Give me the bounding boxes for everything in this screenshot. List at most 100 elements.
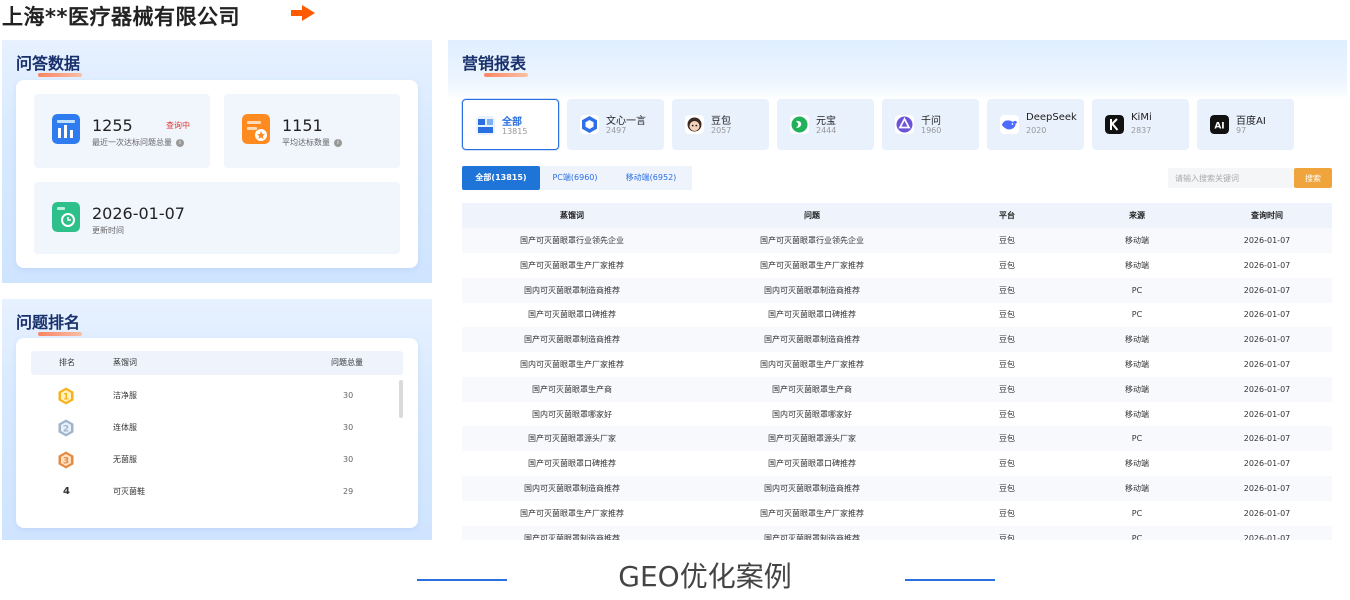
header-platform: 平台 bbox=[999, 211, 1015, 220]
star-doc-icon bbox=[242, 114, 270, 144]
header-total: 问题总量 bbox=[331, 358, 363, 367]
cell-source: 移动端 bbox=[1125, 459, 1149, 469]
cell-query-time: 2026-01-07 bbox=[1243, 533, 1291, 540]
footer-divider-left bbox=[417, 579, 507, 581]
platform-name: 豆包 bbox=[711, 116, 731, 127]
cell-source: 移动端 bbox=[1125, 409, 1149, 419]
cell-query-time: 2026-01-07 bbox=[1243, 236, 1291, 245]
cell-keyword: 国产可灭菌眼罩口碑推荐 bbox=[528, 459, 616, 469]
ranking-scrollbar[interactable] bbox=[399, 380, 403, 418]
cell-platform: 豆包 bbox=[999, 409, 1015, 419]
cell-keyword: 国内可灭菌眼罩哪家好 bbox=[532, 409, 612, 419]
cell-question: 国产可灭菌眼罩口碑推荐 bbox=[768, 310, 856, 320]
platform-filter-qianwen[interactable]: 千问 1960 bbox=[882, 99, 979, 150]
rank-total: 30 bbox=[343, 455, 354, 464]
table-row[interactable]: 国产可灭菌眼罩行业领先企业 国产可灭菌眼罩行业领先企业 豆包 移动端 2026-01-0… bbox=[462, 228, 1332, 253]
kimi-icon bbox=[1105, 115, 1124, 134]
platform-filter-kimi[interactable]: KiMi 2837 bbox=[1092, 99, 1189, 150]
table-row[interactable]: 国产可灭菌眼罩生产商 国产可灭菌眼罩生产商 豆包 移动端 2026-01-07 bbox=[462, 376, 1332, 402]
footer-divider-right bbox=[905, 579, 995, 581]
table-row[interactable]: 国产可灭菌眼罩口碑推荐 国产可灭菌眼罩口碑推荐 豆包 移动端 2026-01-07 bbox=[462, 451, 1332, 476]
cell-source: PC bbox=[1131, 285, 1143, 295]
table-row[interactable]: 国产可灭菌眼罩源头厂家 国产可灭菌眼罩源头厂家 豆包 PC 2026-01-07 bbox=[462, 426, 1332, 452]
cell-query-time: 2026-01-07 bbox=[1243, 360, 1291, 369]
platform-count: 13815 bbox=[502, 127, 528, 136]
cell-query-time: 2026-01-07 bbox=[1243, 384, 1291, 394]
tab-all[interactable]: 全部(13815) bbox=[462, 166, 540, 190]
table-row[interactable]: 国内可灭菌眼罩制造商推荐 国内可灭菌眼罩制造商推荐 豆包 移动端 2026-01-07 bbox=[462, 476, 1332, 501]
stat-label: 平均达标数量 i bbox=[282, 137, 342, 148]
platform-filter-deepseek[interactable]: DeepSeek 2020 bbox=[987, 99, 1084, 150]
table-row[interactable]: 国产可灭菌眼罩生产厂家推荐 国产可灭菌眼罩生产厂家推荐 豆包 PC 2026-01-07 bbox=[462, 501, 1332, 526]
baidu-ai-icon: AI bbox=[1210, 115, 1229, 134]
cell-keyword: 国产可灭菌眼罩生产商 bbox=[532, 384, 612, 394]
table-row[interactable]: 国内可灭菌眼罩生产厂家推荐 国内可灭菌眼罩生产厂家推荐 豆包 移动端 2026-01-0… bbox=[462, 352, 1332, 377]
search-button[interactable]: 搜索 bbox=[1294, 168, 1332, 188]
platform-count: 1960 bbox=[921, 126, 942, 135]
cell-keyword: 国内可灭菌眼罩制造商推荐 bbox=[524, 285, 620, 295]
platform-filter-wenxin[interactable]: 文心一言 2497 bbox=[567, 99, 664, 150]
tab-mobile[interactable]: 移动端(6952) bbox=[610, 166, 692, 190]
wenxin-icon bbox=[580, 115, 599, 134]
page: 上海**医疗器械有限公司 问答数据 1255 查询中 最近一次达标问题总量 i bbox=[0, 0, 1350, 600]
rank-panel-title-text: 问题排名 bbox=[16, 313, 81, 332]
search-input[interactable] bbox=[1168, 168, 1294, 188]
platform-filter-baidu-ai[interactable]: AI 百度AI 97 bbox=[1197, 99, 1294, 150]
cell-question: 国内可灭菌眼罩制造商推荐 bbox=[764, 484, 860, 493]
rank-total: 30 bbox=[343, 391, 354, 400]
stat-label-text: 平均达标数量 bbox=[282, 138, 330, 147]
platform-filter-all[interactable]: 全部 13815 bbox=[462, 99, 559, 150]
rank-number: 2 bbox=[63, 425, 69, 435]
report-panel-title-text: 营销报表 bbox=[462, 54, 527, 73]
table-row[interactable]: 国产可灭菌眼罩生产厂家推荐 国产可灭菌眼罩生产厂家推荐 豆包 移动端 2026-01-0… bbox=[462, 253, 1332, 278]
arrow-right-icon bbox=[291, 5, 315, 21]
info-icon[interactable]: i bbox=[176, 138, 184, 147]
stat-label-text: 最近一次达标问题总量 bbox=[92, 138, 172, 147]
cell-keyword: 国产可灭菌眼罩生产厂家推荐 bbox=[520, 260, 624, 270]
cell-query-time: 2026-01-07 bbox=[1243, 409, 1291, 419]
table-row[interactable]: 国内可灭菌眼罩哪家好 国内可灭菌眼罩哪家好 豆包 移动端 2026-01-07 bbox=[462, 402, 1332, 427]
cell-source: PC bbox=[1131, 434, 1143, 444]
cell-source: 移动端 bbox=[1125, 384, 1149, 394]
table-row[interactable]: 国产可灭菌眼罩口碑推荐 国产可灭菌眼罩口碑推荐 豆包 PC 2026-01-07 bbox=[462, 302, 1332, 327]
cell-keyword: 国产可灭菌眼罩制造商推荐 bbox=[524, 533, 620, 540]
cell-platform: 豆包 bbox=[999, 335, 1015, 345]
rank-number: 4 bbox=[63, 486, 70, 497]
ranking-table-header: 排名 蒸馏词 问题总量 bbox=[31, 351, 403, 375]
platform-count: 2444 bbox=[816, 126, 837, 135]
cell-source: PC bbox=[1131, 508, 1143, 518]
cell-platform: 豆包 bbox=[999, 260, 1015, 270]
rank-keyword: 连体服 bbox=[113, 423, 137, 432]
cell-platform: 豆包 bbox=[999, 434, 1015, 444]
cell-query-time: 2026-01-07 bbox=[1243, 484, 1291, 493]
grid-icon bbox=[476, 116, 495, 135]
platform-filter-yuanbao[interactable]: 元宝 2444 bbox=[777, 99, 874, 150]
cell-question: 国产可灭菌眼罩口碑推荐 bbox=[768, 459, 856, 469]
qa-panel-title-text: 问答数据 bbox=[16, 54, 81, 73]
stat-value: 2026-01-07 bbox=[92, 204, 185, 223]
report-panel-title: 营销报表 bbox=[462, 50, 528, 77]
rank-keyword: 可灭菌鞋 bbox=[113, 487, 145, 496]
info-icon[interactable]: i bbox=[334, 138, 342, 147]
platform-name: 百度AI bbox=[1236, 116, 1266, 127]
platform-filter-doubao[interactable]: 豆包 2057 bbox=[672, 99, 769, 150]
refresh-icon bbox=[52, 202, 80, 232]
stat-label: 最近一次达标问题总量 i bbox=[92, 137, 184, 148]
header-keyword: 蒸馏词 bbox=[560, 211, 584, 220]
platform-name: KiMi bbox=[1131, 112, 1152, 123]
cell-platform: 豆包 bbox=[999, 310, 1015, 320]
ranking-row: 1 洁净服 30 bbox=[31, 384, 403, 408]
platform-count: 2020 bbox=[1026, 126, 1047, 135]
table-row[interactable]: 国产可灭菌眼罩制造商推荐 国产可灭菌眼罩制造商推荐 豆包 移动端 2026-01-07 bbox=[462, 327, 1332, 353]
cell-keyword: 国产可灭菌眼罩行业领先企业 bbox=[520, 236, 624, 245]
table-row[interactable]: 国内可灭菌眼罩制造商推荐 国内可灭菌眼罩制造商推荐 豆包 PC 2026-01-07 bbox=[462, 277, 1332, 303]
deepseek-icon bbox=[1000, 115, 1019, 134]
cell-source: 移动端 bbox=[1125, 335, 1149, 345]
table-row[interactable]: 国产可灭菌眼罩制造商推荐 国产可灭菌眼罩制造商推荐 豆包 PC 2026-01-07 bbox=[462, 525, 1332, 540]
cell-query-time: 2026-01-07 bbox=[1243, 285, 1291, 295]
marketing-report-panel: 营销报表 全部 13815 文心一言 2497 豆包 2057 元宝 2444 千问 1960 De… bbox=[448, 40, 1347, 540]
title-underline bbox=[484, 73, 528, 77]
tab-pc[interactable]: PC端(6960) bbox=[540, 166, 610, 190]
gold-medal-icon: 1 bbox=[58, 387, 74, 405]
platform-name: 文心一言 bbox=[606, 116, 646, 127]
